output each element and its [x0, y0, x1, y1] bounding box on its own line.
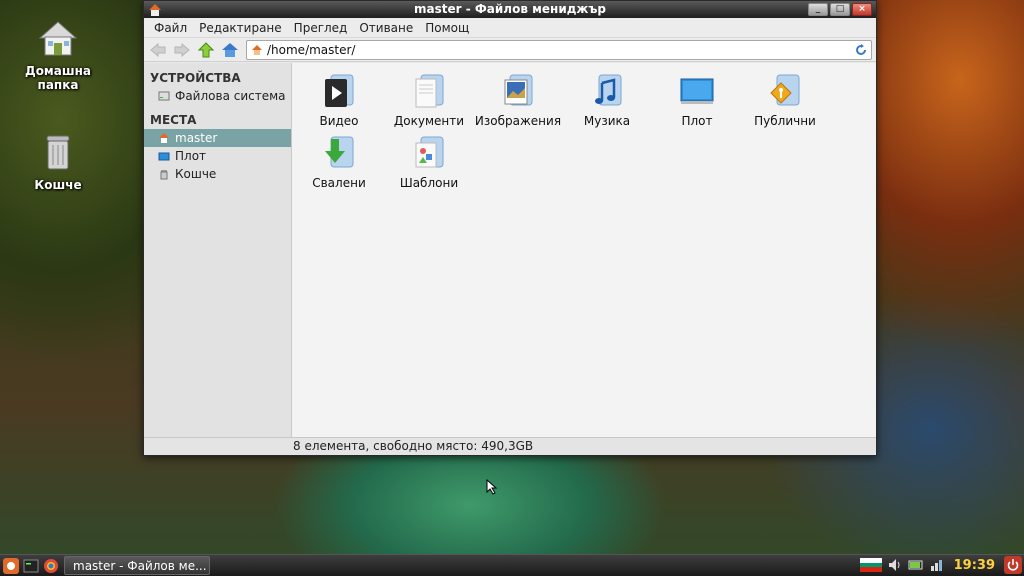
- toolbar: /home/master/: [144, 38, 876, 62]
- file-item-label: Шаблони: [399, 176, 459, 190]
- sidebar-item-label: master: [175, 131, 218, 145]
- desktop-icon-label: Домашна папка: [25, 64, 91, 92]
- downloads-folder-icon: [319, 133, 359, 173]
- menu-file[interactable]: Файл: [148, 21, 193, 35]
- desktop-icon: [158, 152, 170, 161]
- location-bar[interactable]: /home/master/: [246, 39, 872, 60]
- reload-icon[interactable]: [855, 43, 867, 56]
- arrow-up-icon: [198, 41, 214, 57]
- file-item-label: Публични: [754, 114, 816, 128]
- desktop-icon-home[interactable]: Домашна папка: [8, 16, 108, 92]
- trash-icon: [36, 130, 80, 174]
- file-manager-window: master - Файлов мениджър _ □ × Файл Реда…: [143, 0, 877, 456]
- desktop-icon-label: Кошче: [34, 178, 82, 192]
- mouse-cursor-icon: [486, 479, 498, 495]
- desktop-icon-trash[interactable]: Кошче: [8, 130, 108, 192]
- trash-icon: [160, 170, 168, 180]
- taskbar-window-button[interactable]: master - Файлов ме...: [64, 556, 210, 575]
- up-button[interactable]: [196, 40, 216, 60]
- power-icon[interactable]: [1004, 556, 1022, 574]
- desktop-folder-icon: [677, 71, 717, 111]
- menu-bar: Файл Редактиране Преглед Отиване Помощ: [144, 18, 876, 38]
- drive-icon: [158, 91, 170, 101]
- file-view: Видео Документи Изображения Музика Плот …: [292, 63, 876, 437]
- devices-header: УСТРОЙСТВА: [150, 71, 241, 85]
- video-folder-icon: [319, 71, 359, 111]
- public-folder-icon: [765, 71, 805, 111]
- browser-icon[interactable]: [42, 557, 60, 575]
- file-item-desktop[interactable]: Плот: [652, 71, 742, 128]
- battery-icon[interactable]: [908, 557, 924, 573]
- sidebar-item-label: Кошче: [175, 167, 217, 181]
- home-icon: [222, 42, 238, 57]
- home-icon: [252, 44, 262, 55]
- sidebar-item-label: Плот: [175, 149, 207, 163]
- home-button[interactable]: [220, 40, 240, 60]
- menu-go[interactable]: Отиване: [353, 21, 419, 35]
- sidebar-item-trash[interactable]: Кошче: [144, 165, 291, 183]
- maximize-button[interactable]: □: [830, 3, 850, 16]
- arrow-left-icon: [150, 42, 166, 57]
- file-item-label: Плот: [681, 114, 713, 128]
- menu-view[interactable]: Преглед: [288, 21, 354, 35]
- templates-folder-icon: [409, 133, 449, 173]
- forward-button[interactable]: [172, 40, 192, 60]
- sidebar: УСТРОЙСТВА Файлова система МЕСТА master …: [144, 63, 292, 437]
- file-item-label: Музика: [583, 114, 631, 128]
- sidebar-item-filesystem[interactable]: Файлова система: [144, 87, 291, 105]
- back-button[interactable]: [148, 40, 168, 60]
- taskbar: master - Файлов ме... 19:39: [0, 554, 1024, 576]
- window-title: master - Файлов мениджър: [414, 2, 606, 16]
- file-item-downloads[interactable]: Свалени: [294, 133, 384, 190]
- documents-folder-icon: [409, 71, 449, 111]
- file-item-templates[interactable]: Шаблони: [384, 133, 474, 190]
- system-tray: 19:39: [859, 556, 1022, 574]
- file-item-pictures[interactable]: Изображения: [472, 71, 564, 128]
- terminal-icon[interactable]: [22, 557, 40, 575]
- arrow-right-icon: [174, 42, 190, 57]
- menu-edit[interactable]: Редактиране: [193, 21, 288, 35]
- keyboard-layout-flag-icon[interactable]: [859, 558, 882, 572]
- places-header: МЕСТА: [150, 113, 197, 127]
- network-icon[interactable]: [929, 557, 945, 573]
- window-titlebar[interactable]: master - Файлов мениджър _ □ ×: [144, 1, 876, 18]
- file-item-music[interactable]: Музика: [562, 71, 652, 128]
- file-item-label: Видео: [319, 114, 359, 128]
- minimize-button[interactable]: _: [808, 3, 828, 16]
- menu-help[interactable]: Помощ: [419, 21, 475, 35]
- start-menu-icon[interactable]: [2, 557, 20, 575]
- home-icon: [159, 133, 169, 143]
- status-bar: 8 елемента, свободно място: 490,3GB: [144, 437, 876, 455]
- file-item-public[interactable]: Публични: [740, 71, 830, 128]
- sidebar-item-label: Файлова система: [175, 89, 286, 103]
- home-folder-icon: [36, 16, 80, 60]
- file-item-label: Свалени: [312, 176, 366, 190]
- file-item-label: Документи: [393, 114, 465, 128]
- close-button[interactable]: ×: [852, 3, 872, 16]
- file-item-documents[interactable]: Документи: [384, 71, 474, 128]
- location-path: /home/master/: [267, 42, 356, 57]
- volume-icon[interactable]: [887, 557, 903, 573]
- file-item-video[interactable]: Видео: [294, 71, 384, 128]
- music-folder-icon: [587, 71, 627, 111]
- file-item-label: Изображения: [474, 114, 562, 128]
- taskbar-window-label: master - Файлов ме...: [73, 558, 207, 573]
- sidebar-item-desktop[interactable]: Плот: [144, 147, 291, 165]
- sidebar-item-master[interactable]: master: [144, 129, 291, 147]
- pictures-folder-icon: [498, 71, 538, 111]
- clock[interactable]: 19:39: [950, 558, 999, 573]
